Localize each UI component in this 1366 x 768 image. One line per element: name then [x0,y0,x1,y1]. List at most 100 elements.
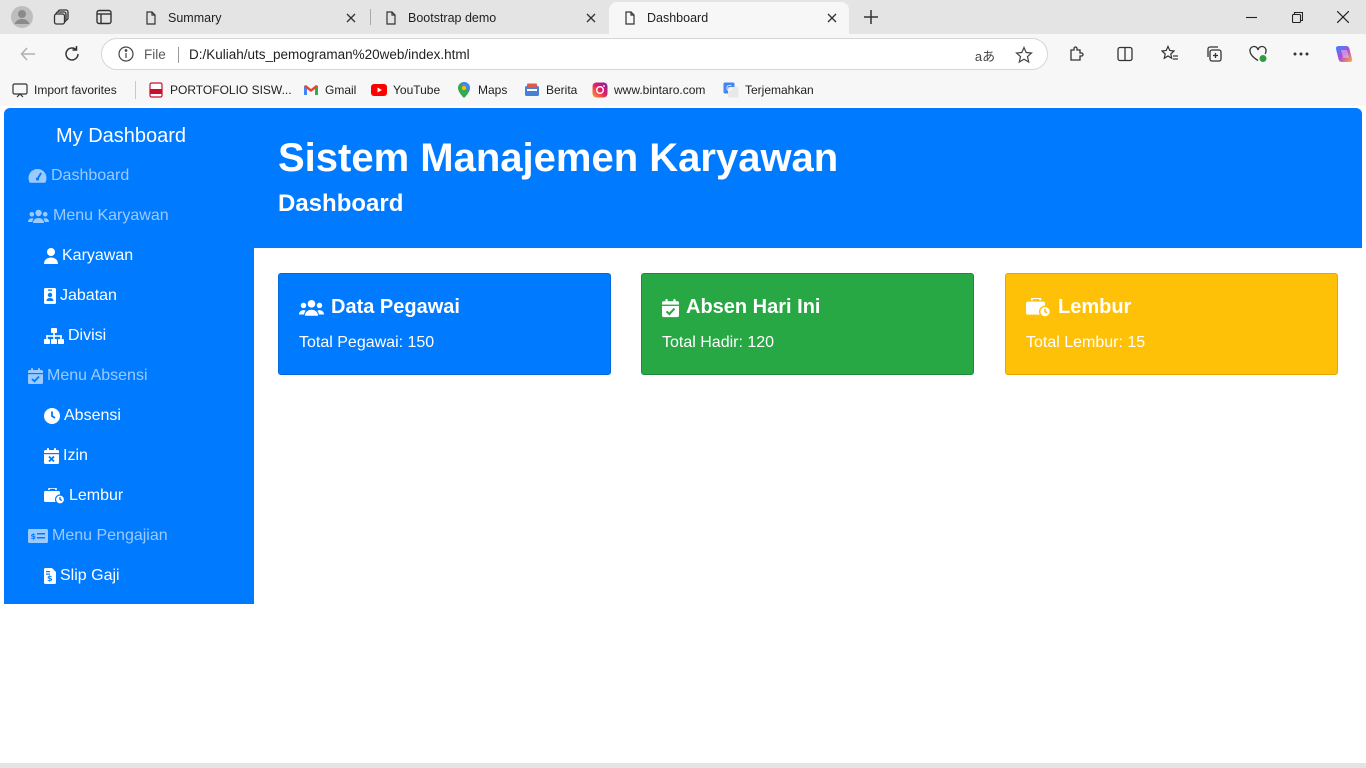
new-tab-icon[interactable] [857,4,885,30]
money-check-icon: $ [28,529,48,543]
close-window-icon[interactable] [1320,0,1366,34]
read-aloud-icon[interactable]: aあ [974,45,996,65]
sidebar-item-label: Slip Gaji [60,567,120,584]
sidebar-item-label: Jabatan [60,287,117,304]
favorite-label: Terjemahkan [745,83,814,97]
sidebar-item-label: Divisi [68,327,107,344]
favorite-portofolio[interactable]: PORTOFOLIO SISW... [148,80,292,100]
copilot-icon[interactable] [1328,39,1360,69]
address-bar[interactable]: File D:/Kuliah/uts_pemograman%20web/inde… [101,38,1048,70]
sidebar-item-dashboard[interactable]: Dashboard [28,165,129,187]
tab-bootstrap-demo[interactable]: Bootstrap demo [370,2,608,34]
sidebar-item-jabatan[interactable]: Jabatan [44,285,117,307]
extensions-icon[interactable] [1061,39,1093,69]
restore-icon[interactable] [1274,0,1320,34]
sidebar-item-slip-gaji[interactable]: $ Slip Gaji [44,565,120,587]
page-title: Sistem Manajemen Karyawan [278,136,839,180]
info-icon[interactable] [118,46,134,67]
card-title-text: Data Pegawai [331,296,460,318]
users-icon [299,299,324,317]
collections-icon[interactable] [1198,39,1230,69]
business-time-icon [44,488,65,504]
browser-essentials-icon[interactable] [1242,39,1274,69]
card-lembur: Lembur Total Lembur: 15 [1005,273,1338,375]
sidebar-item-label: Lembur [69,487,124,504]
card-absen-hari-ini: Absen Hari Ini Total Hadir: 120 [641,273,974,375]
favorite-gmail[interactable]: Gmail [303,80,356,100]
tab-summary[interactable]: Summary [130,2,368,34]
favorite-star-icon[interactable] [1013,45,1035,65]
tab-dashboard[interactable]: Dashboard [609,2,849,34]
address-scheme: File [144,47,166,62]
back-icon[interactable] [12,39,44,69]
favorite-maps[interactable]: Maps [456,80,507,100]
translate-icon: G [723,82,739,98]
favorite-import[interactable]: Import favorites [12,80,117,100]
news-icon [524,82,540,98]
address-url[interactable]: D:/Kuliah/uts_pemograman%20web/index.htm… [189,47,470,62]
sidebar-item-absensi[interactable]: Absensi [44,405,121,427]
id-badge-icon [44,288,56,304]
favorites-separator [135,81,136,99]
close-icon[interactable] [821,7,843,29]
window-bottom-edge [0,763,1366,768]
card-text: Total Pegawai: 150 [299,334,435,351]
minimize-icon[interactable] [1228,0,1274,34]
gmail-icon [303,82,319,98]
file-invoice-dollar-icon: $ [44,568,56,584]
favorite-label: www.bintaro.com [614,83,706,97]
tab-title: Bootstrap demo [408,11,497,25]
calendar-check-icon [28,368,43,384]
favorite-label: Gmail [325,83,357,97]
page-icon [384,11,398,25]
sidebar-item-karyawan[interactable]: Karyawan [44,245,133,267]
svg-text:$: $ [47,574,53,583]
tab-title: Summary [168,11,222,25]
browser-tab-bar: Summary Bootstrap demo Dashboard [0,0,1366,34]
favorite-terjemahkan[interactable]: G Terjemahkan [723,80,814,100]
user-icon [44,248,58,264]
tachometer-icon [28,168,47,184]
sidebar-item-label: Absensi [64,407,121,424]
sidebar-item-izin[interactable]: Izin [44,445,88,467]
youtube-icon [371,82,387,98]
page-subtitle: Dashboard [278,190,404,217]
favorite-youtube[interactable]: YouTube [371,80,440,100]
card-title-text: Lembur [1058,296,1132,318]
sidebar-item-label: Dashboard [51,167,130,184]
sidebar-item-menu-karyawan[interactable]: Menu Karyawan [28,205,169,227]
favorite-label: PORTOFOLIO SISW... [170,83,292,97]
instagram-icon [592,82,608,98]
vertical-tabs-icon[interactable] [90,4,118,30]
favorite-label: YouTube [393,83,441,97]
sitemap-icon [44,328,64,344]
sidebar: My Dashboard Dashboard Menu Karyawan Kar… [4,108,254,604]
card-text: Total Hadir: 120 [662,334,775,351]
page-viewport: My Dashboard Dashboard Menu Karyawan Kar… [4,108,1362,763]
sidebar-item-menu-absensi[interactable]: Menu Absensi [28,365,148,387]
profile-avatar-icon[interactable] [8,4,36,30]
refresh-icon[interactable] [56,39,88,69]
card-data-pegawai: Data Pegawai Total Pegawai: 150 [278,273,611,375]
clock-icon [44,408,60,424]
page-icon [623,11,637,25]
favorite-label: Maps [478,83,508,97]
sidebar-item-divisi[interactable]: Divisi [44,325,106,347]
favorite-berita[interactable]: Berita [524,80,577,100]
calendar-check-icon [662,298,679,318]
favorite-bintaro[interactable]: www.bintaro.com [592,80,705,100]
card-text: Total Lembur: 15 [1026,334,1146,351]
svg-text:G: G [726,84,732,93]
close-icon[interactable] [580,7,602,29]
sidebar-item-lembur[interactable]: Lembur [44,485,123,507]
sidebar-item-label: Menu Karyawan [53,207,169,224]
split-screen-icon[interactable] [1109,39,1141,69]
favorite-label: Import favorites [34,83,117,97]
sidebar-brand[interactable]: My Dashboard [56,125,186,148]
sidebar-item-menu-pengajian[interactable]: $ Menu Pengajian [28,525,168,547]
favorites-icon[interactable] [1154,39,1186,69]
sidebar-item-label: Karyawan [62,247,134,264]
more-options-icon[interactable] [1285,39,1317,69]
workspaces-icon[interactable] [48,4,76,30]
close-icon[interactable] [340,7,362,29]
